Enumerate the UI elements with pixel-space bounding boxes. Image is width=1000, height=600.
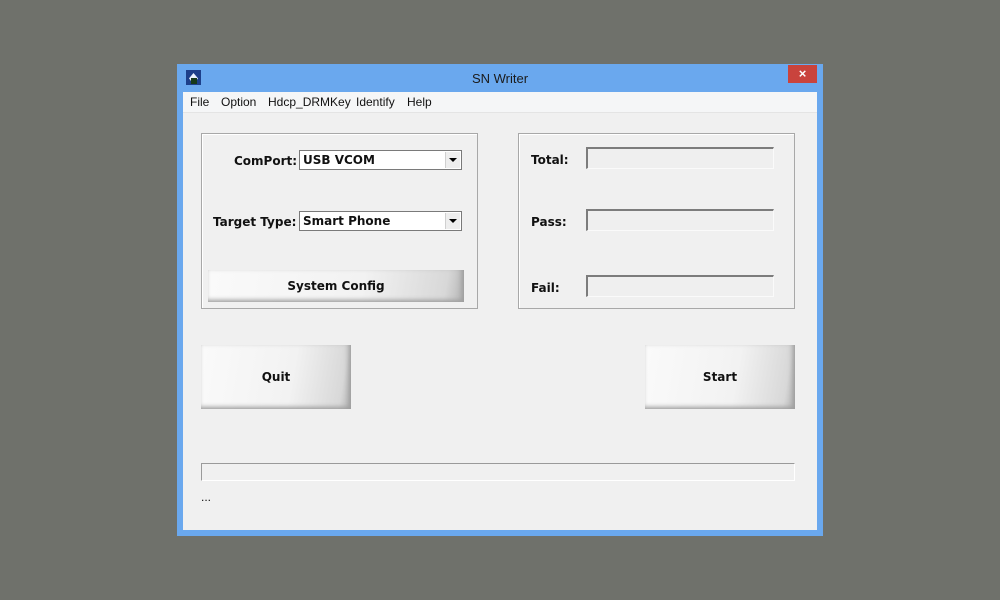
comport-value: USB VCOM bbox=[303, 153, 375, 167]
close-button[interactable]: × bbox=[788, 65, 817, 83]
settings-group: ComPort: USB VCOM Target Type: Smart Pho… bbox=[201, 133, 478, 309]
system-config-button[interactable]: System Config bbox=[208, 270, 464, 302]
menu-hdcp-drmkey[interactable]: Hdcp_DRMKey bbox=[268, 95, 351, 109]
start-button[interactable]: Start bbox=[645, 345, 795, 409]
status-text: ... bbox=[201, 490, 212, 504]
progress-bar bbox=[201, 463, 795, 481]
chevron-down-icon[interactable] bbox=[445, 152, 460, 168]
fail-label: Fail: bbox=[531, 281, 560, 295]
pass-field bbox=[586, 209, 774, 231]
window-title: SN Writer bbox=[471, 71, 529, 86]
menu-option[interactable]: Option bbox=[221, 95, 256, 109]
sn-writer-window: SN Writer × File Option Hdcp_DRMKey Iden… bbox=[177, 64, 823, 536]
title-bar[interactable]: SN Writer × bbox=[177, 64, 823, 92]
fail-field bbox=[586, 275, 774, 297]
comport-label: ComPort: bbox=[234, 154, 298, 168]
menu-identify[interactable]: Identify bbox=[356, 95, 395, 109]
comport-select[interactable]: USB VCOM bbox=[299, 150, 462, 170]
total-label: Total: bbox=[531, 153, 569, 167]
stats-group: Total: Pass: Fail: bbox=[518, 133, 795, 309]
total-field bbox=[586, 147, 774, 169]
pass-label: Pass: bbox=[531, 215, 567, 229]
menu-bar: File Option Hdcp_DRMKey Identify Help bbox=[183, 92, 817, 113]
client-area: File Option Hdcp_DRMKey Identify Help Co… bbox=[183, 92, 817, 530]
menu-help[interactable]: Help bbox=[407, 95, 432, 109]
target-type-select[interactable]: Smart Phone bbox=[299, 211, 462, 231]
chevron-down-icon[interactable] bbox=[445, 213, 460, 229]
quit-button[interactable]: Quit bbox=[201, 345, 351, 409]
target-type-value: Smart Phone bbox=[303, 214, 391, 228]
target-type-label: Target Type: bbox=[213, 215, 297, 229]
menu-file[interactable]: File bbox=[190, 95, 209, 109]
